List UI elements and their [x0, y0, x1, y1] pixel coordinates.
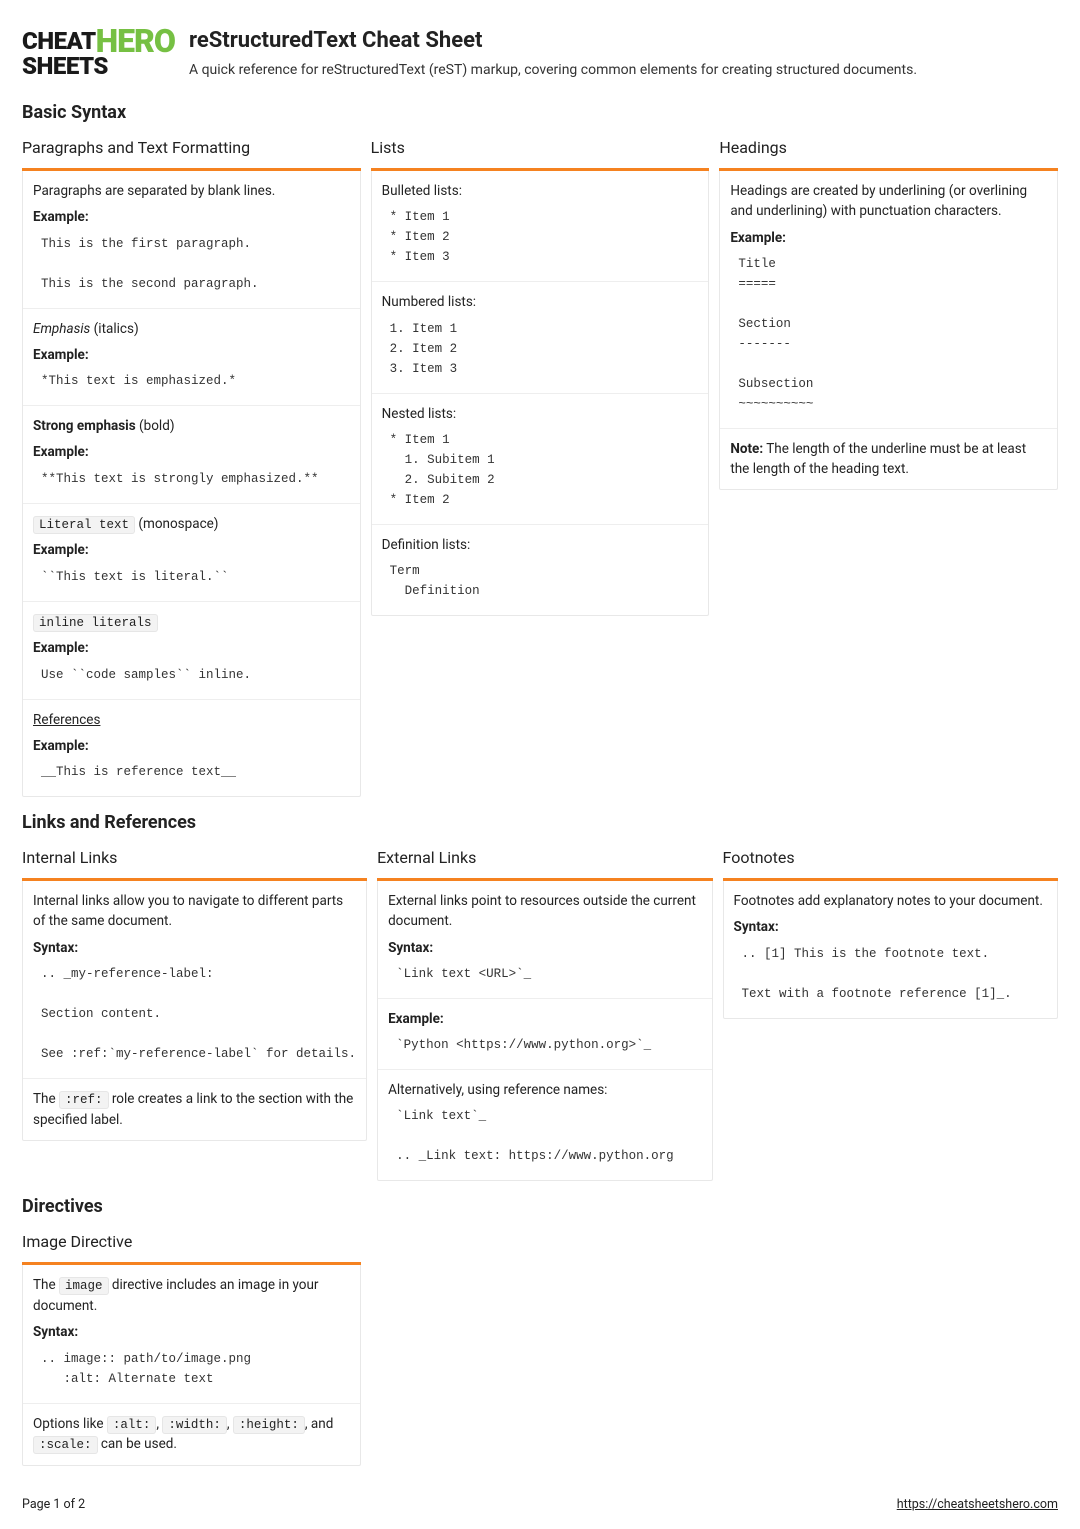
section-heading: Directives	[22, 1193, 1058, 1220]
code: **This text is strongly emphasized.**	[33, 469, 350, 489]
card-title: Internal Links	[22, 846, 367, 872]
card-title: Paragraphs and Text Formatting	[22, 136, 361, 162]
footer: Page 1 of 2 https://cheatsheetshero.com	[22, 1496, 1058, 1515]
code: .. [1] This is the footnote text. Text w…	[734, 944, 1047, 1004]
text: Alternatively, using reference names:	[388, 1080, 701, 1100]
text: External links point to resources outsid…	[388, 891, 701, 932]
label: Example:	[33, 442, 350, 462]
text: The image directive includes an image in…	[33, 1275, 350, 1316]
text: Options like :alt:, :width:, :height:, a…	[33, 1414, 350, 1456]
code: .. image:: path/to/image.png :alt: Alter…	[33, 1349, 350, 1389]
text: Note: The length of the underline must b…	[730, 439, 1047, 480]
label: Example:	[33, 540, 350, 560]
text: References	[33, 710, 350, 730]
card-paragraphs: Paragraphs and Text Formatting Paragraph…	[22, 136, 361, 797]
code: Title ===== Section ------- Subsection ~…	[730, 254, 1047, 414]
logo-text: SHEETS	[22, 56, 108, 78]
card-title: Headings	[719, 136, 1058, 162]
code: * Item 1 1. Subitem 1 2. Subitem 2 * Ite…	[382, 430, 699, 510]
section-heading: Basic Syntax	[22, 99, 1058, 126]
logo: CHEATHERO SHEETS	[22, 27, 175, 77]
footer-link[interactable]: https://cheatsheetshero.com	[897, 1496, 1058, 1515]
label: Syntax:	[734, 917, 1047, 937]
page-title: reStructuredText Cheat Sheet	[189, 24, 917, 57]
label: Example:	[388, 1009, 701, 1029]
text: Definition lists:	[382, 535, 699, 555]
text: Paragraphs are separated by blank lines.	[33, 181, 350, 201]
code: ``This text is literal.``	[33, 567, 350, 587]
text: Literal text (monospace)	[33, 514, 350, 535]
label: Example:	[33, 638, 350, 658]
code: *This text is emphasized.*	[33, 371, 350, 391]
code: 1. Item 1 2. Item 2 3. Item 3	[382, 319, 699, 379]
code: __This is reference text__	[33, 762, 350, 782]
code: This is the first paragraph. This is the…	[33, 234, 350, 294]
label: Example:	[33, 736, 350, 756]
text: Emphasis (italics)	[33, 319, 350, 339]
text: Internal links allow you to navigate to …	[33, 891, 356, 932]
code: `Link text <URL>`_	[388, 964, 701, 984]
card-title: Lists	[371, 136, 710, 162]
text: The :ref: role creates a link to the sec…	[33, 1089, 356, 1130]
code: `Link text`_ .. _Link text: https://www.…	[388, 1106, 701, 1166]
code: `Python <https://www.python.org>`_	[388, 1035, 701, 1055]
logo-text: CHEAT	[22, 31, 96, 53]
code: Term Definition	[382, 561, 699, 601]
section-heading: Links and References	[22, 809, 1058, 836]
page-indicator: Page 1 of 2	[22, 1496, 85, 1515]
card-image-directive: Image Directive The image directive incl…	[22, 1230, 361, 1466]
text: inline literals	[33, 612, 350, 633]
label: Example:	[730, 228, 1047, 248]
card-internal-links: Internal Links Internal links allow you …	[22, 846, 367, 1141]
page-subtitle: A quick reference for reStructuredText (…	[189, 60, 917, 81]
card-headings: Headings Headings are created by underli…	[719, 136, 1058, 490]
header: CHEATHERO SHEETS reStructuredText Cheat …	[22, 24, 1058, 81]
text: Bulleted lists:	[382, 181, 699, 201]
label: Syntax:	[388, 938, 701, 958]
text: Footnotes add explanatory notes to your …	[734, 891, 1047, 911]
card-title: Footnotes	[723, 846, 1058, 872]
card-title: Image Directive	[22, 1230, 361, 1256]
label: Example:	[33, 345, 350, 365]
code: .. _my-reference-label: Section content.…	[33, 964, 356, 1064]
label: Example:	[33, 207, 350, 227]
label: Syntax:	[33, 1322, 350, 1342]
code: Use ``code samples`` inline.	[33, 665, 350, 685]
card-title: External Links	[377, 846, 712, 872]
text: Nested lists:	[382, 404, 699, 424]
text: Numbered lists:	[382, 292, 699, 312]
card-external-links: External Links External links point to r…	[377, 846, 712, 1181]
code: * Item 1 * Item 2 * Item 3	[382, 207, 699, 267]
label: Syntax:	[33, 938, 356, 958]
text: Headings are created by underlining (or …	[730, 181, 1047, 222]
card-lists: Lists Bulleted lists: * Item 1 * Item 2 …	[371, 136, 710, 616]
text: Strong emphasis (bold)	[33, 416, 350, 436]
card-footnotes: Footnotes Footnotes add explanatory note…	[723, 846, 1058, 1019]
